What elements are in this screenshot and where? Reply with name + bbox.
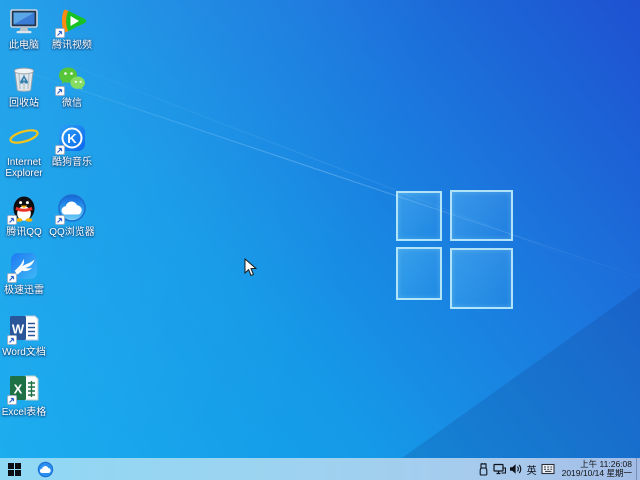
icon-label: Excel表格 bbox=[2, 407, 46, 418]
shortcut-arrow-icon bbox=[55, 86, 65, 96]
taskbar-clock[interactable]: 上午 11:26:08 2019/10/14 星期一 bbox=[562, 460, 632, 479]
shortcut-arrow-icon bbox=[7, 215, 17, 225]
kugou-music-icon: K bbox=[56, 122, 88, 154]
this-pc-icon bbox=[8, 5, 40, 37]
qq-browser-taskbar-icon bbox=[37, 461, 54, 478]
desktop-icon-thunder[interactable]: 极速迅雷 bbox=[0, 250, 48, 296]
desktop-icon-this-pc[interactable]: 此电脑 bbox=[0, 5, 48, 51]
language-indicator[interactable]: 英 bbox=[524, 458, 540, 480]
icon-label: Word文档 bbox=[2, 347, 46, 358]
svg-text:K: K bbox=[67, 131, 77, 146]
icon-label: 腾讯视频 bbox=[52, 40, 92, 51]
icon-label: 微信 bbox=[62, 98, 82, 109]
desktop-icon-word[interactable]: W Word文档 bbox=[0, 312, 48, 358]
tencent-qq-icon bbox=[8, 192, 40, 224]
thunder-icon bbox=[8, 250, 40, 282]
internet-explorer-icon: e bbox=[8, 122, 40, 154]
desktop-icon-internet-explorer[interactable]: e Internet Explorer bbox=[0, 122, 48, 179]
word-icon: W bbox=[8, 312, 40, 344]
shortcut-arrow-icon bbox=[7, 335, 17, 345]
excel-icon: X bbox=[8, 372, 40, 404]
system-tray: 英 上午 11:26:08 2019/10/14 星期一 bbox=[476, 458, 640, 480]
taskbar-item-qq-browser[interactable] bbox=[28, 458, 62, 480]
desktop-icon-wechat[interactable]: 微信 bbox=[48, 63, 96, 109]
show-desktop-button[interactable] bbox=[636, 458, 640, 480]
start-button[interactable] bbox=[0, 458, 28, 480]
windows-start-icon bbox=[8, 463, 21, 476]
desktop-icon-qq-browser[interactable]: QQ浏览器 bbox=[48, 192, 96, 238]
desktop-icon-kugou-music[interactable]: K 酷狗音乐 bbox=[48, 122, 96, 168]
icon-label: 酷狗音乐 bbox=[52, 157, 92, 168]
tencent-video-icon bbox=[56, 5, 88, 37]
icon-label: QQ浏览器 bbox=[49, 227, 95, 238]
network-icon[interactable] bbox=[492, 458, 508, 480]
recycle-bin-icon bbox=[8, 63, 40, 95]
tray-date: 2019/10/14 星期一 bbox=[562, 469, 632, 479]
svg-text:e: e bbox=[18, 122, 30, 152]
volume-icon[interactable] bbox=[508, 458, 524, 480]
taskbar: 英 上午 11:26:08 2019/10/14 星期一 bbox=[0, 458, 640, 480]
icon-label: 此电脑 bbox=[9, 40, 39, 51]
desktop-icon-recycle-bin[interactable]: 回收站 bbox=[0, 63, 48, 109]
shortcut-arrow-icon bbox=[55, 145, 65, 155]
icon-label: Internet Explorer bbox=[0, 157, 48, 179]
desktop-surface[interactable]: 此电脑 腾讯视频 回收站 bbox=[0, 0, 640, 480]
icon-label: 回收站 bbox=[9, 98, 39, 109]
shortcut-arrow-icon bbox=[55, 215, 65, 225]
wallpaper-floor-shadow bbox=[0, 0, 640, 480]
wallpaper-light-ray bbox=[0, 56, 640, 285]
icon-label: 极速迅雷 bbox=[4, 285, 44, 296]
usb-device-icon[interactable] bbox=[476, 458, 492, 480]
qq-browser-icon bbox=[56, 192, 88, 224]
shortcut-arrow-icon bbox=[7, 395, 17, 405]
desktop-icon-tencent-qq[interactable]: 腾讯QQ bbox=[0, 192, 48, 238]
icon-label: 腾讯QQ bbox=[6, 227, 42, 238]
desktop-icon-excel[interactable]: X Excel表格 bbox=[0, 372, 48, 418]
wallpaper-light-beam bbox=[0, 0, 640, 480]
shortcut-arrow-icon bbox=[55, 28, 65, 38]
wechat-icon bbox=[56, 63, 88, 95]
desktop-icon-tencent-video[interactable]: 腾讯视频 bbox=[48, 5, 96, 51]
ime-keyboard-icon[interactable] bbox=[540, 458, 556, 480]
shortcut-arrow-icon bbox=[7, 273, 17, 283]
wallpaper-light-ray bbox=[0, 30, 640, 289]
mouse-cursor bbox=[244, 258, 257, 282]
